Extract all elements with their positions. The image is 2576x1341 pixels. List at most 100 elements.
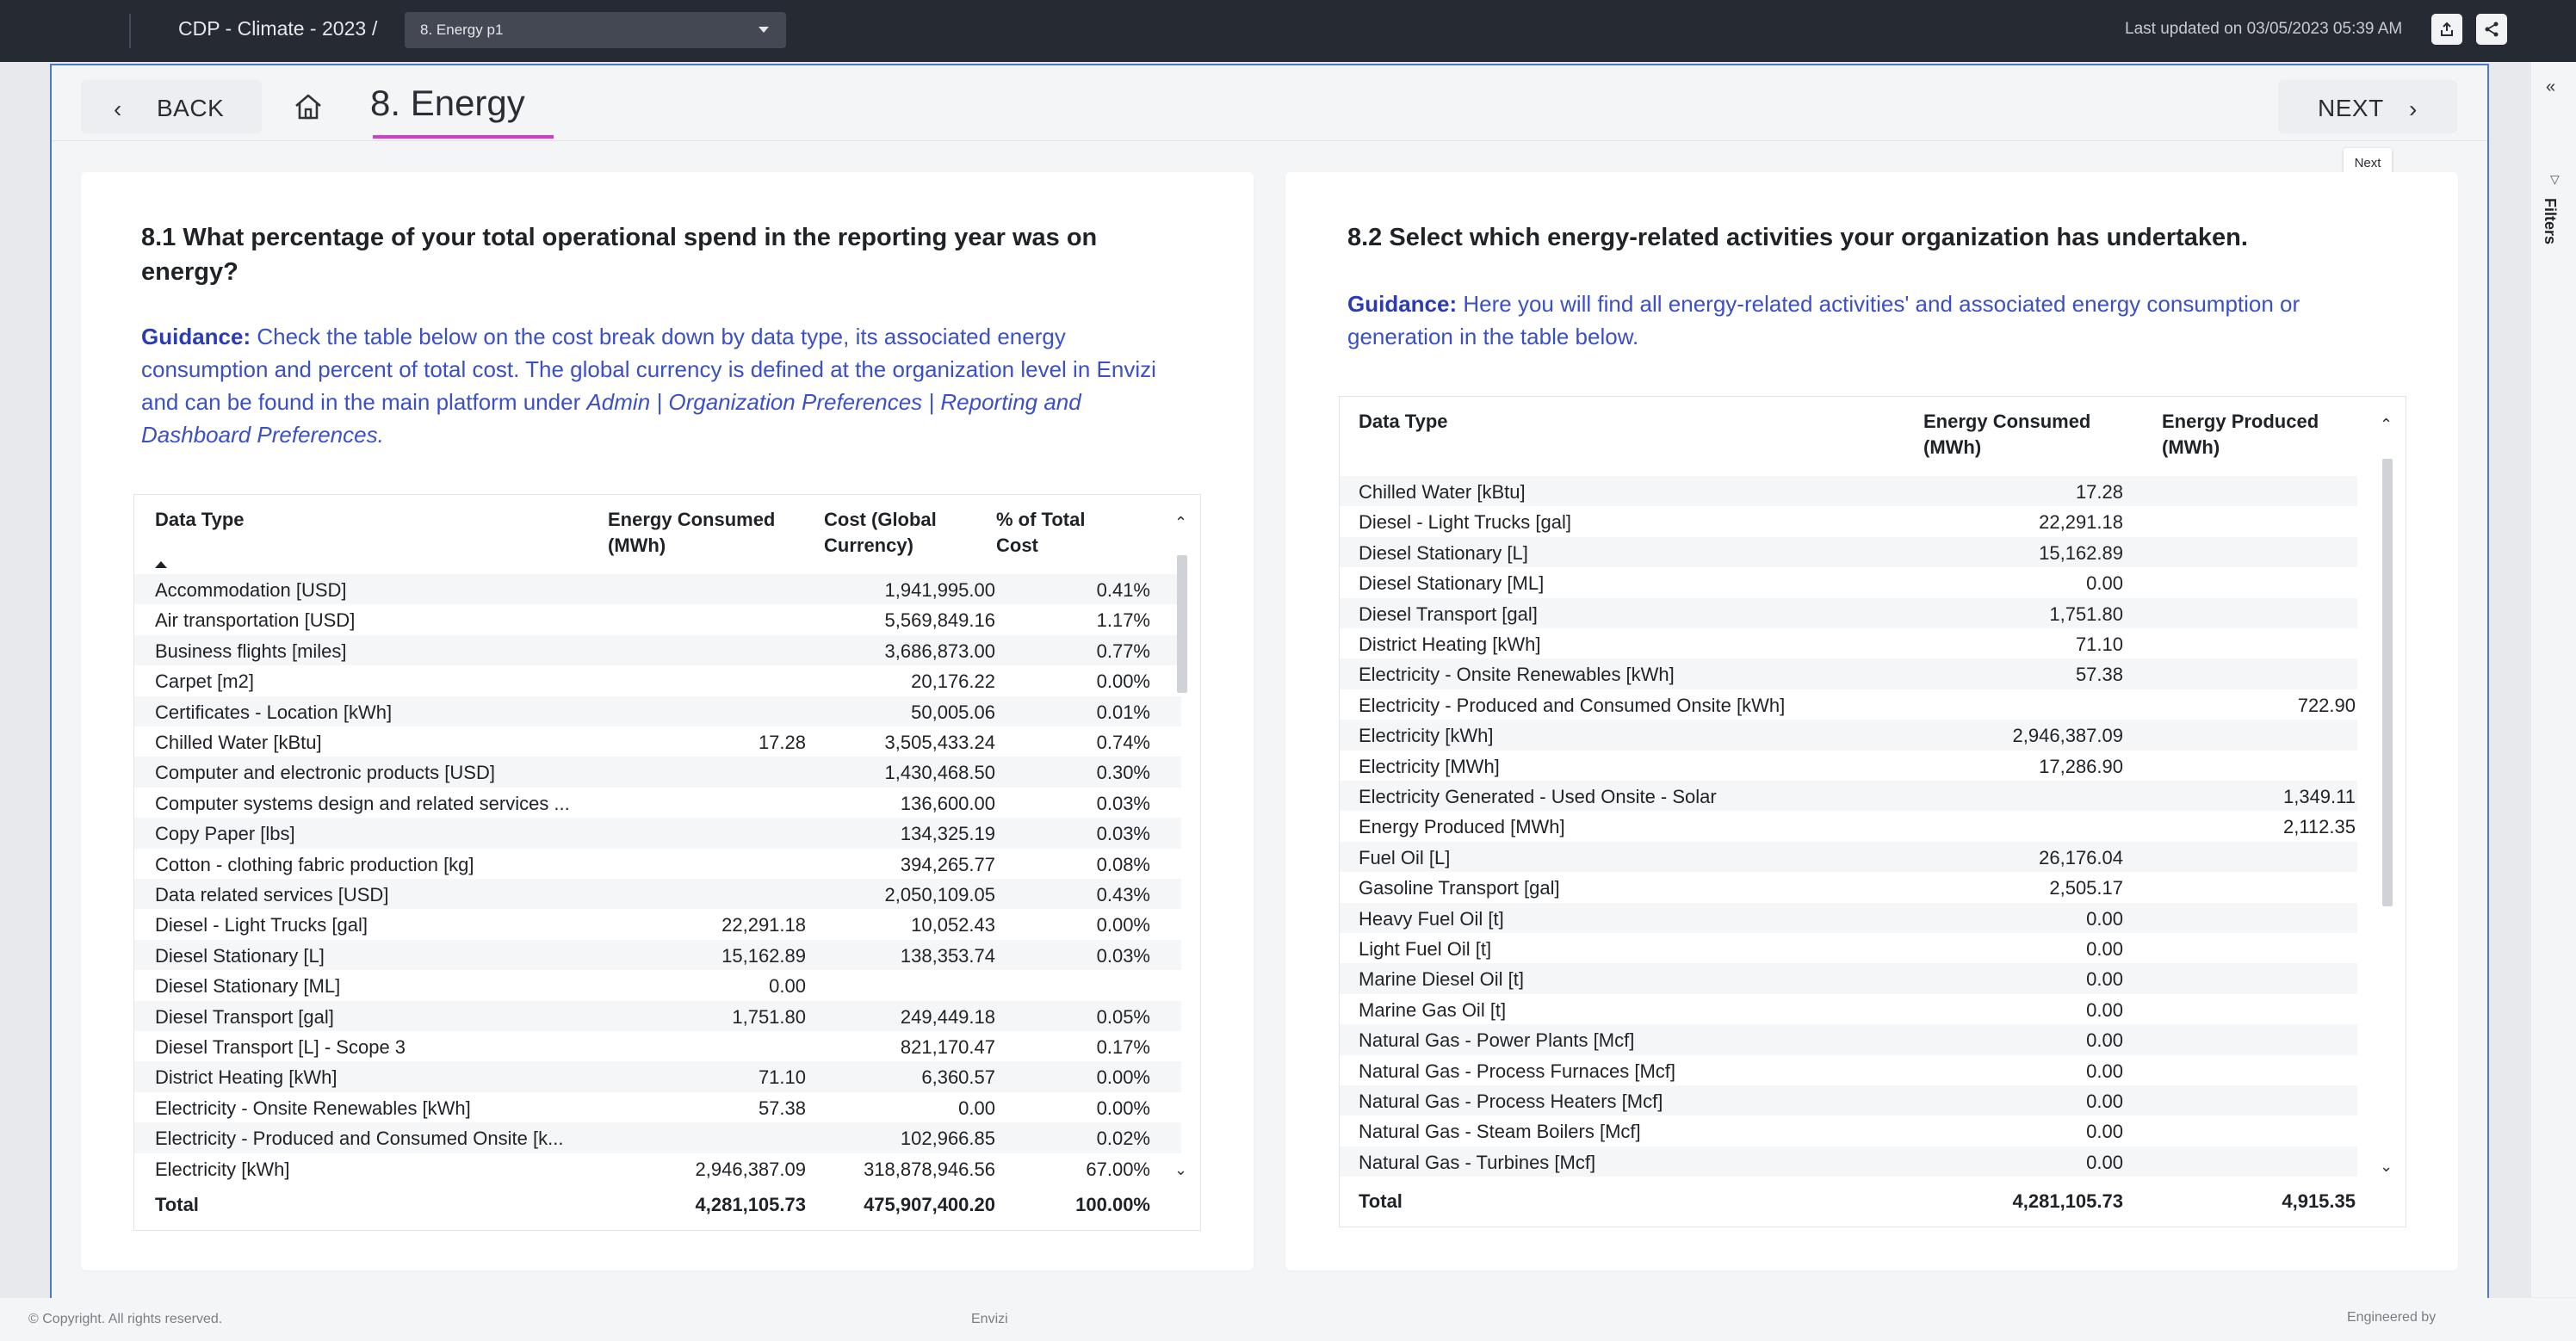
table-row[interactable]: Chilled Water [kBtu] 17.28 bbox=[1340, 476, 2357, 507]
scroll-up-icon[interactable]: ⌃ bbox=[1174, 514, 1187, 532]
cell-energy-consumed: 2,946,387.09 bbox=[2012, 725, 2123, 747]
table-row[interactable]: Electricity - Onsite Renewables [kWh] 57.… bbox=[134, 1092, 1181, 1122]
table-row[interactable]: Diesel Stationary [ML] 0.00 bbox=[1340, 567, 2357, 597]
chevron-down-icon bbox=[759, 27, 769, 33]
cell-data-type: Chilled Water [kBtu] bbox=[1359, 481, 1526, 503]
table-row[interactable]: Natural Gas - Process Heaters [Mcf] 0.00 bbox=[1340, 1085, 2357, 1116]
table-row[interactable]: Electricity - Onsite Renewables [kWh] 57.… bbox=[1340, 658, 2357, 689]
share-button[interactable] bbox=[2476, 14, 2507, 45]
scroll-down-icon[interactable]: ⌄ bbox=[1174, 1161, 1187, 1179]
table-row[interactable]: Diesel Transport [L] - Scope 3 821,170.47… bbox=[134, 1031, 1181, 1061]
cell-energy-consumed: 71.10 bbox=[2075, 633, 2123, 655]
column-header-data-type[interactable]: Data Type bbox=[155, 507, 245, 533]
cell-cost: 138,353.74 bbox=[900, 944, 995, 967]
table-row[interactable]: Marine Diesel Oil [t] 0.00 bbox=[1340, 963, 2357, 994]
table-row[interactable]: Marine Gas Oil [t] 0.00 bbox=[1340, 994, 2357, 1024]
scrollbar-thumb[interactable] bbox=[1177, 555, 1187, 693]
export-icon bbox=[2441, 22, 2453, 36]
filters-label[interactable]: Filters bbox=[2541, 198, 2559, 244]
cell-energy-consumed: 1,751.80 bbox=[732, 1005, 806, 1028]
table-row[interactable]: Diesel - Light Trucks [gal] 22,291.18 bbox=[1340, 506, 2357, 536]
home-button[interactable] bbox=[281, 80, 336, 133]
column-header-data-type[interactable]: Data Type bbox=[1359, 409, 1448, 435]
cell-percent-total: 67.00% bbox=[1086, 1158, 1150, 1180]
cell-energy-consumed: 0.00 bbox=[2086, 1060, 2123, 1082]
cell-data-type: Natural Gas - Process Heaters [Mcf] bbox=[1359, 1091, 1663, 1112]
table-row[interactable]: Natural Gas - Steam Boilers [Mcf] 0.00 bbox=[1340, 1115, 2357, 1146]
table-row[interactable]: Electricity [kWh] 2,946,387.09 bbox=[1340, 720, 2357, 751]
column-header-cost[interactable]: Cost (Global Currency) bbox=[824, 507, 937, 559]
table-row[interactable]: Gasoline Transport [gal] 2,505.17 bbox=[1340, 872, 2357, 902]
table-row[interactable]: Electricity [kWh] 2,946,387.09 318,878,946… bbox=[134, 1153, 1181, 1183]
table-row[interactable]: Electricity - Produced and Consumed Onsi… bbox=[134, 1122, 1181, 1153]
table-row[interactable]: Accommodation [USD] 1,941,995.00 0.41% bbox=[134, 574, 1181, 605]
column-header-percent-total[interactable]: % of Total Cost bbox=[996, 507, 1085, 559]
cell-data-type: Diesel Transport [gal] bbox=[1359, 603, 1538, 625]
collapse-icon[interactable]: « bbox=[2546, 77, 2555, 97]
table-row[interactable]: Certificates - Location [kWh] 50,005.06 0.… bbox=[134, 695, 1181, 726]
table-row[interactable]: Business flights [miles] 3,686,873.00 0.77… bbox=[134, 634, 1181, 666]
table-body[interactable]: Chilled Water [kBtu] 17.28 Diesel - Light … bbox=[1340, 476, 2357, 1186]
table-row[interactable]: Diesel - Light Trucks [gal] 22,291.18 10,0… bbox=[134, 909, 1181, 939]
table-row[interactable]: Diesel Stationary [L] 15,162.89 138,353.74… bbox=[134, 939, 1181, 971]
column-header-energy-consumed[interactable]: Energy Consumed (MWh) bbox=[608, 507, 775, 559]
cell-data-type: Cotton - clothing fabric production [kg] bbox=[155, 853, 474, 875]
table-row[interactable]: Heavy Fuel Oil [t] 0.00 bbox=[1340, 902, 2357, 933]
total-energy-consumed: 4,281,105.73 bbox=[2012, 1190, 2123, 1212]
table-row[interactable]: Chilled Water [kBtu] 17.28 3,505,433.24 0.7… bbox=[134, 726, 1181, 757]
table-row[interactable]: Electricity Generated - Used Onsite - So… bbox=[1340, 781, 2357, 812]
table-row[interactable]: Electricity - Produced and Consumed Onsi… bbox=[1340, 689, 2357, 720]
cell-energy-consumed: 15,162.89 bbox=[721, 944, 806, 967]
table-row[interactable]: Diesel Stationary [L] 15,162.89 bbox=[1340, 536, 2357, 568]
cell-energy-consumed: 15,162.89 bbox=[2039, 541, 2123, 564]
back-button[interactable]: ‹ BACK bbox=[81, 80, 262, 133]
scroll-up-icon[interactable]: ⌃ bbox=[2380, 416, 2393, 434]
table-row[interactable]: Data related services [USD] 2,050,109.05 0… bbox=[134, 879, 1181, 910]
total-energy-consumed: 4,281,105.73 bbox=[695, 1194, 806, 1215]
table-row[interactable]: Natural Gas - Process Furnaces [Mcf] 0.00 bbox=[1340, 1055, 2357, 1085]
cell-data-type: Natural Gas - Process Furnaces [Mcf] bbox=[1359, 1060, 1675, 1082]
column-header-energy-produced[interactable]: Energy Produced (MWh) bbox=[2162, 409, 2319, 460]
filters-pane[interactable]: « ▽ Filters bbox=[2531, 62, 2576, 1297]
scrollbar-thumb[interactable] bbox=[2382, 459, 2393, 906]
column-header-energy-consumed[interactable]: Energy Consumed (MWh) bbox=[1923, 409, 2090, 460]
cell-data-type: Natural Gas - Power Plants [Mcf] bbox=[1359, 1029, 1635, 1052]
table-row[interactable]: Diesel Stationary [ML] 0.00 bbox=[134, 970, 1181, 1000]
breadcrumb-title[interactable]: CDP - Climate - 2023 bbox=[178, 17, 366, 40]
sort-ascending-icon[interactable] bbox=[155, 561, 167, 568]
cell-data-type: Marine Diesel Oil [t] bbox=[1359, 968, 1524, 991]
table-row[interactable]: Light Fuel Oil [t] 0.00 bbox=[1340, 933, 2357, 963]
cell-energy-consumed: 0.00 bbox=[2086, 907, 2123, 930]
cell-data-type: Marine Gas Oil [t] bbox=[1359, 998, 1507, 1021]
table-row[interactable]: Computer and electronic products [USD] 1,… bbox=[134, 757, 1181, 788]
next-button[interactable]: NEXT › bbox=[2278, 80, 2457, 133]
table-row[interactable]: Air transportation [USD] 5,569,849.16 1.17… bbox=[134, 604, 1181, 634]
export-button[interactable] bbox=[2431, 14, 2462, 45]
cell-energy-consumed: 57.38 bbox=[758, 1097, 806, 1119]
table-row[interactable]: Fuel Oil [L] 26,176.04 bbox=[1340, 841, 2357, 873]
share-icon bbox=[2485, 22, 2499, 37]
table-row[interactable]: Energy Produced [MWh] 2,112.35 bbox=[1340, 811, 2357, 841]
table-row[interactable]: Natural Gas - Power Plants [Mcf] 0.00 bbox=[1340, 1024, 2357, 1055]
cost-breakdown-table[interactable]: Data Type Energy Consumed (MWh) Cost (Gl… bbox=[133, 494, 1201, 1231]
table-body[interactable]: Accommodation [USD] 1,941,995.00 0.41% Air … bbox=[134, 574, 1181, 1185]
guidance-text: and can be found in the main platform un… bbox=[141, 389, 587, 415]
table-row[interactable]: Computer systems design and related serv… bbox=[134, 788, 1181, 818]
top-bar: CDP - Climate - 2023 / 8. Energy p1 Last… bbox=[0, 0, 2576, 62]
table-row[interactable]: Diesel Transport [gal] 1,751.80 249,449.18… bbox=[134, 1000, 1181, 1031]
table-row[interactable]: Electricity [MWh] 17,286.90 bbox=[1340, 751, 2357, 781]
page-select-dropdown[interactable]: 8. Energy p1 bbox=[405, 12, 786, 48]
table-row[interactable]: Carpet [m2] 20,176.22 0.00% bbox=[134, 665, 1181, 695]
table-row[interactable]: Cotton - clothing fabric production [kg]… bbox=[134, 849, 1181, 879]
table-row[interactable]: Natural Gas - Turbines [Mcf] 0.00 bbox=[1340, 1146, 2357, 1177]
cell-data-type: Diesel Stationary [ML] bbox=[155, 975, 341, 998]
table-row[interactable]: Copy Paper [lbs] 134,325.19 0.03% bbox=[134, 818, 1181, 849]
scroll-down-icon[interactable]: ⌄ bbox=[2380, 1158, 2393, 1176]
cell-energy-produced: 722.90 bbox=[2297, 694, 2356, 716]
table-row[interactable]: Diesel Transport [gal] 1,751.80 bbox=[1340, 597, 2357, 628]
header-text: (MWh) bbox=[1923, 436, 1982, 458]
table-row[interactable]: District Heating [kWh] 71.10 6,360.57 0.00% bbox=[134, 1061, 1181, 1092]
energy-activities-table[interactable]: Data Type Energy Consumed (MWh) Energy P… bbox=[1339, 396, 2406, 1227]
table-row[interactable]: District Heating [kWh] 71.10 bbox=[1340, 628, 2357, 658]
header-text: Energy Produced bbox=[2162, 411, 2319, 432]
